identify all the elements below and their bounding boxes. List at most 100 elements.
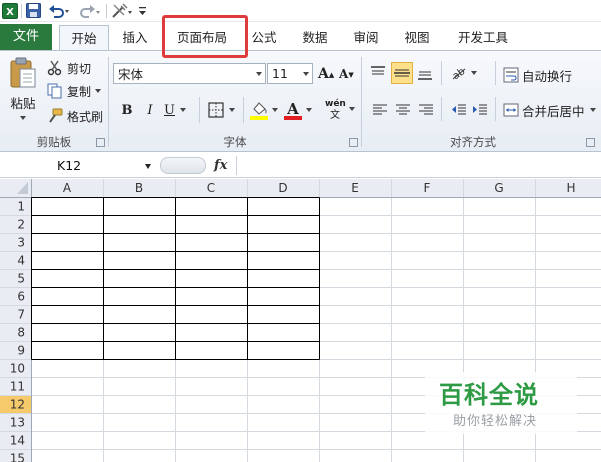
chevron-down-icon[interactable] — [145, 164, 151, 169]
inline-separator — [199, 97, 200, 123]
font-name-value: 宋体 — [118, 67, 144, 82]
row-header-11[interactable]: 11 — [10, 380, 25, 394]
row-header-5[interactable]: 5 — [17, 272, 25, 286]
column-header-D[interactable]: D — [278, 181, 287, 195]
orientation-button[interactable]: ab — [450, 63, 478, 83]
column-header-G[interactable]: G — [494, 181, 503, 195]
font-color-button[interactable]: A — [284, 99, 314, 121]
merge-center-label: 合并后居中 — [522, 103, 585, 119]
increase-indent-icon — [473, 104, 487, 115]
tab-file[interactable]: 文件 — [0, 24, 52, 50]
copy-button[interactable]: 复制 — [47, 82, 102, 100]
align-bottom-button[interactable] — [417, 63, 435, 83]
column-header-F[interactable]: F — [424, 181, 431, 195]
italic-button[interactable]: I — [143, 100, 157, 120]
paste-button[interactable]: 粘贴 — [4, 57, 42, 127]
column-header-B[interactable]: B — [135, 181, 143, 195]
column-header-bar — [0, 179, 601, 197]
svg-text:文: 文 — [330, 109, 340, 119]
alignment-launcher-icon[interactable] — [586, 138, 595, 147]
row-header-10[interactable]: 10 — [10, 362, 25, 376]
merge-cells-icon — [503, 103, 519, 117]
row-header-8[interactable]: 8 — [17, 326, 25, 340]
ribbon-home: 粘贴 剪切 复制 格式刷 剪贴板 宋体 11 A ▲ A ▼ B I U A w… — [0, 50, 601, 152]
qat-separator — [21, 4, 22, 18]
wrap-text-button[interactable]: 自动换行 — [503, 65, 572, 85]
row-header-13[interactable]: 13 — [10, 416, 25, 430]
tab-page-layout[interactable]: 页面布局 — [168, 25, 236, 50]
tab-formula[interactable]: 公式 — [246, 25, 282, 50]
underline-button[interactable]: U — [164, 100, 190, 120]
decrease-indent-icon — [452, 104, 466, 115]
fill-color-button[interactable] — [250, 99, 280, 121]
undo-icon[interactable] — [47, 1, 71, 20]
alignment-group-label: 对齐方式 — [450, 135, 496, 149]
tab-home[interactable]: 开始 — [59, 25, 109, 50]
formula-input[interactable] — [236, 156, 601, 175]
inline-separator — [495, 61, 496, 85]
align-top-icon — [371, 66, 385, 75]
grow-font-button[interactable]: A ▲ — [318, 64, 336, 84]
tab-data[interactable]: 数据 — [296, 25, 334, 50]
column-header-E[interactable]: E — [351, 181, 359, 195]
decrease-indent-button[interactable] — [451, 101, 467, 119]
fill-color-swatch — [250, 116, 268, 120]
column-header-H[interactable]: H — [566, 181, 575, 195]
name-box[interactable]: K12 — [0, 156, 155, 175]
format-painter-button[interactable]: 格式刷 — [47, 107, 103, 125]
row-header-6[interactable]: 6 — [17, 290, 25, 304]
row-header-4[interactable]: 4 — [17, 254, 25, 268]
tool-icon[interactable] — [110, 1, 134, 20]
row-header-9[interactable]: 9 — [17, 344, 25, 358]
tab-developer[interactable]: 开发工具 — [450, 25, 516, 50]
align-top-button[interactable] — [370, 63, 388, 83]
tab-insert[interactable]: 插入 — [114, 25, 156, 50]
align-center-icon — [396, 104, 410, 115]
row-header-15[interactable]: 15 — [10, 452, 25, 462]
font-name-select[interactable]: 宋体 — [113, 63, 266, 84]
inline-separator — [441, 61, 442, 85]
watermark: 百科全说 助你轻松解决 — [425, 372, 577, 434]
redo-icon[interactable] — [77, 1, 101, 20]
align-left-button[interactable] — [372, 101, 388, 119]
shrink-font-icon: A — [339, 67, 349, 81]
row-header-12[interactable]: 12 — [10, 398, 25, 412]
chevron-down-icon — [348, 107, 355, 111]
inline-separator — [441, 97, 442, 121]
chevron-down-icon — [272, 108, 278, 112]
chevron-down-icon — [20, 116, 26, 120]
tab-view[interactable]: 视图 — [398, 25, 436, 50]
tab-review[interactable]: 审阅 — [347, 25, 385, 50]
font-size-select[interactable]: 11 — [267, 63, 313, 84]
row-header-1[interactable]: 1 — [17, 200, 25, 214]
phonetic-guide-button[interactable]: wén 文 — [325, 97, 357, 121]
font-launcher-icon[interactable] — [349, 138, 358, 147]
chevron-down-icon — [179, 108, 186, 112]
insert-function-icon[interactable]: fx — [214, 156, 232, 175]
save-icon[interactable] — [24, 1, 42, 20]
inline-separator — [495, 97, 496, 121]
column-header-A[interactable]: A — [63, 181, 72, 195]
svg-text:A: A — [286, 100, 299, 118]
bold-button[interactable]: B — [119, 100, 135, 120]
align-right-button[interactable] — [418, 101, 434, 119]
clipboard-launcher-icon[interactable] — [96, 138, 105, 147]
customize-icon[interactable] — [137, 1, 147, 20]
formula-bar-splitter[interactable] — [160, 157, 206, 174]
increase-indent-button[interactable] — [472, 101, 488, 119]
row-header-2[interactable]: 2 — [17, 218, 25, 232]
row-header-7[interactable]: 7 — [17, 308, 25, 322]
align-middle-button[interactable] — [391, 62, 413, 84]
copy-label: 复制 — [67, 84, 92, 99]
merge-center-button[interactable]: 合并后居中 — [503, 100, 597, 120]
border-button[interactable] — [208, 101, 238, 119]
align-center-button[interactable] — [395, 101, 411, 119]
excel-logo-icon[interactable]: X — [1, 1, 19, 20]
shrink-font-button[interactable]: A ▼ — [339, 64, 355, 84]
column-header-C[interactable]: C — [207, 181, 215, 195]
grow-font-icon: A — [318, 66, 329, 82]
font-color-swatch — [284, 116, 302, 120]
row-header-14[interactable]: 14 — [10, 434, 25, 448]
row-header-3[interactable]: 3 — [17, 236, 25, 250]
cut-button[interactable]: 剪切 — [47, 59, 91, 77]
